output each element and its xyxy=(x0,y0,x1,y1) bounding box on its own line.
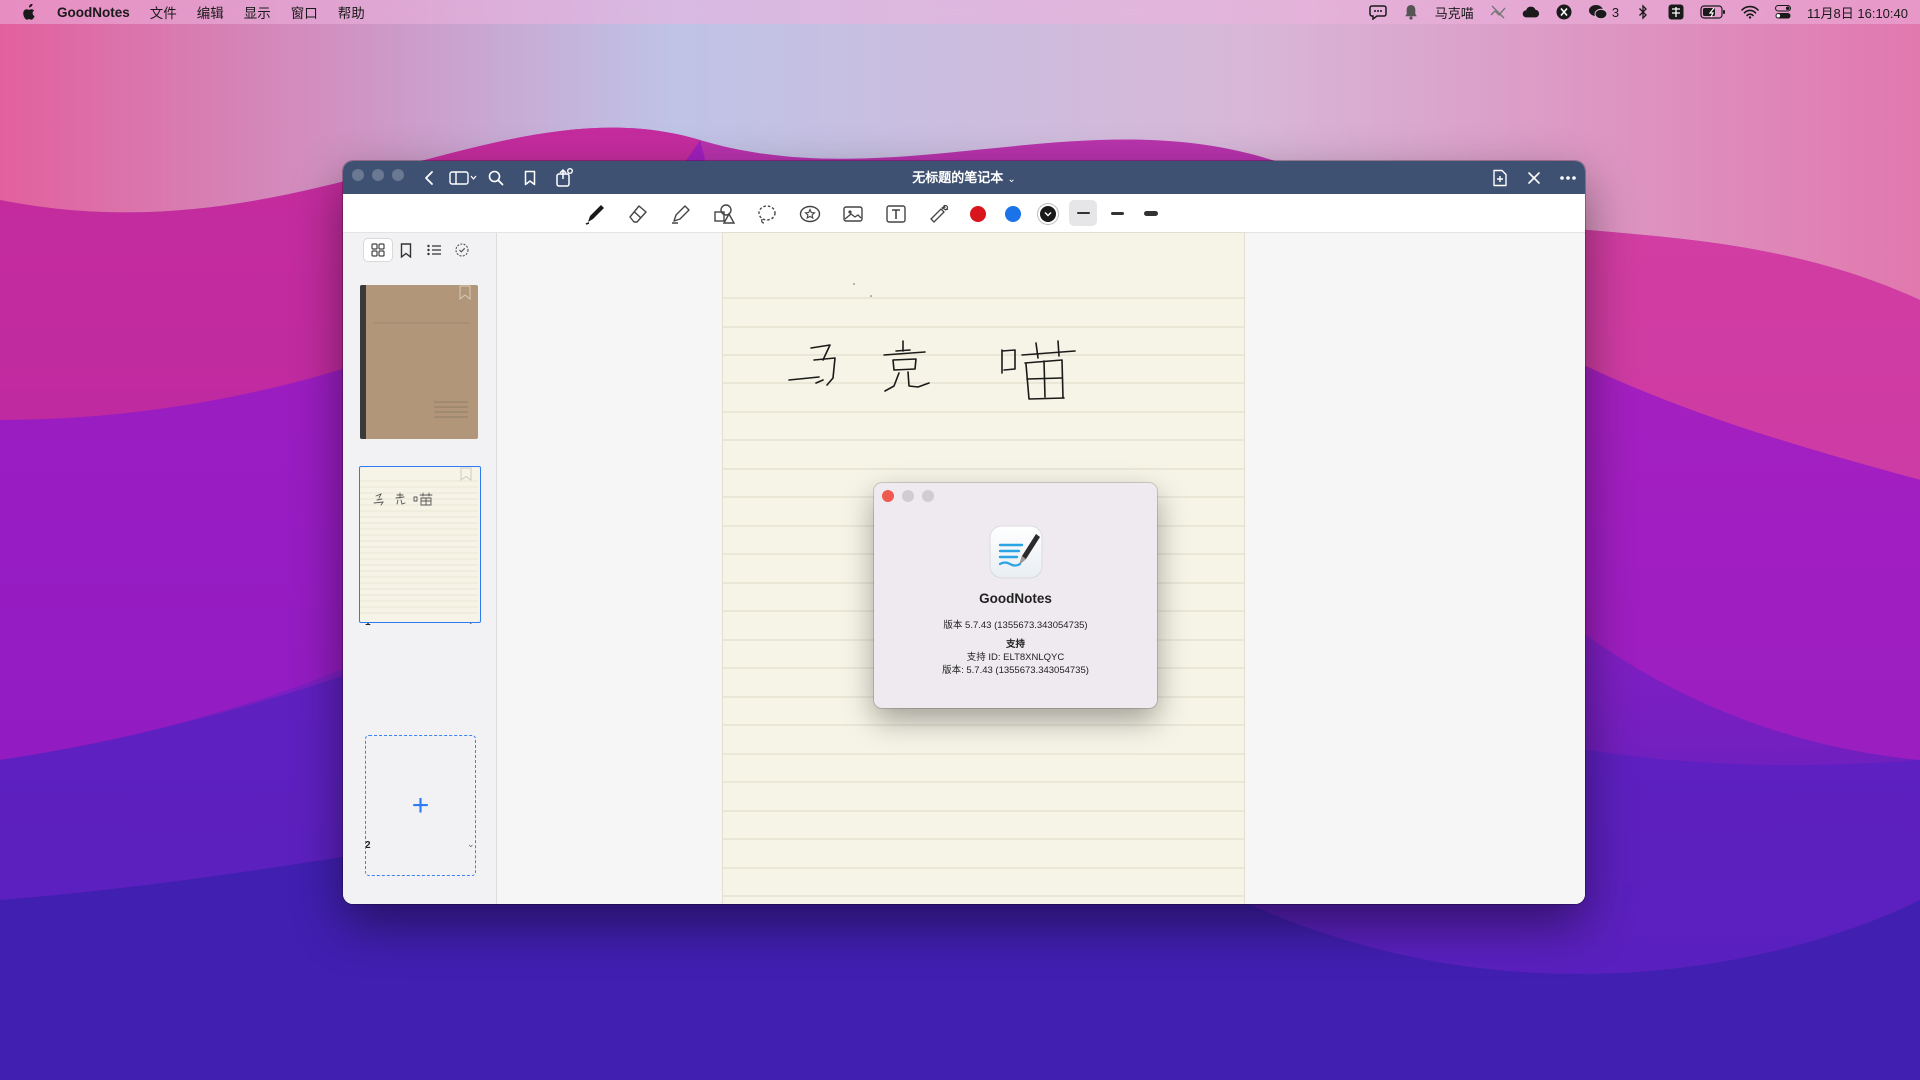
image-tool[interactable] xyxy=(840,201,866,227)
menu-app-name[interactable]: GoodNotes xyxy=(57,5,130,20)
more-options-button[interactable] xyxy=(1557,167,1579,189)
clock[interactable]: 11月8日 16:10:40 xyxy=(1807,3,1908,22)
window-titlebar: 无标题的笔记本 ⌄ xyxy=(343,161,1585,194)
about-dialog: GoodNotes 版本 5.7.43 (1355673.343054735) … xyxy=(874,483,1157,708)
about-minimize-button xyxy=(902,490,914,502)
back-button[interactable] xyxy=(418,167,440,189)
shapes-icon xyxy=(714,204,736,224)
menu-view[interactable]: 显示 xyxy=(244,2,271,22)
highlighter-tool[interactable] xyxy=(668,201,694,227)
add-page-button[interactable]: + xyxy=(365,735,476,876)
input-method-icon[interactable] xyxy=(1667,4,1685,20)
shape-tool[interactable] xyxy=(711,201,737,227)
text-box-icon xyxy=(886,205,906,223)
thumbnails-view-button[interactable] xyxy=(364,239,392,261)
about-support-version: 版本: 5.7.43 (1355673.343054735) xyxy=(942,665,1089,676)
sidebar-icon xyxy=(449,171,477,185)
page-thumbnail-1[interactable] xyxy=(360,285,478,439)
outline-view-button[interactable] xyxy=(420,239,448,261)
menu-edit[interactable]: 编辑 xyxy=(197,2,224,22)
battery-icon[interactable] xyxy=(1700,4,1726,20)
image-icon xyxy=(843,206,863,222)
sidebar-toggle-button[interactable] xyxy=(449,167,477,189)
bookmark-button[interactable] xyxy=(519,167,541,189)
favorites-view-button[interactable] xyxy=(448,239,476,261)
pen-icon xyxy=(585,205,604,225)
eraser-icon xyxy=(629,205,647,223)
goodnotes-app-icon xyxy=(989,525,1043,579)
menu-bar: GoodNotes 文件 编辑 显示 窗口 帮助 马克喵 3 11月8日 16:… xyxy=(0,0,1920,24)
plus-icon: + xyxy=(411,788,430,822)
lasso-icon xyxy=(758,205,776,224)
chevron-left-icon xyxy=(425,171,433,185)
drawing-toolbar xyxy=(343,194,1585,233)
about-traffic-lights xyxy=(882,490,934,502)
more-icon xyxy=(1560,176,1576,180)
about-version: 版本 5.7.43 (1355673.343054735) xyxy=(943,620,1088,631)
highlighter-icon xyxy=(672,205,690,224)
color-red-swatch[interactable] xyxy=(970,206,986,222)
menu-help[interactable]: 帮助 xyxy=(338,2,365,22)
search-button[interactable] xyxy=(485,167,507,189)
list-icon xyxy=(426,244,441,256)
cloud-icon[interactable] xyxy=(1522,4,1540,20)
menu-window[interactable]: 窗口 xyxy=(291,2,318,22)
thickness-thick[interactable] xyxy=(1137,200,1165,226)
star-badge-icon xyxy=(455,243,469,257)
color-black-swatch[interactable] xyxy=(1040,206,1056,222)
about-app-name: GoodNotes xyxy=(979,591,1052,606)
thickness-medium[interactable] xyxy=(1103,200,1131,226)
bookmark-icon xyxy=(524,170,536,186)
status-area: 马克喵 3 11月8日 16:10:40 xyxy=(1369,0,1908,24)
laser-pointer-tool[interactable] xyxy=(926,201,952,227)
bluetooth-icon[interactable] xyxy=(1634,4,1652,20)
close-document-button[interactable] xyxy=(1523,167,1545,189)
about-support-id: 支持 ID: ELT8XNLQYC xyxy=(966,652,1065,663)
lasso-tool[interactable] xyxy=(754,201,780,227)
eraser-tool[interactable] xyxy=(625,201,651,227)
page-sidebar: 1 ⌄ xyxy=(343,233,497,904)
x-icon[interactable] xyxy=(1555,4,1573,20)
color-blue-swatch[interactable] xyxy=(1005,206,1021,222)
bookmarks-view-button[interactable] xyxy=(392,239,420,261)
about-close-button[interactable] xyxy=(882,490,894,502)
grid-icon xyxy=(371,243,385,257)
elements-tool[interactable] xyxy=(797,201,823,227)
sidebar-view-segmented-control xyxy=(364,239,476,263)
laser-pointer-icon xyxy=(930,204,949,223)
menu-file[interactable]: 文件 xyxy=(150,2,177,22)
title-chevron-icon: ⌄ xyxy=(1007,174,1016,185)
bell-icon[interactable] xyxy=(1402,4,1420,20)
wechat-badge-count: 3 xyxy=(1611,4,1620,20)
document-title-text: 无标题的笔记本 xyxy=(912,170,1004,185)
bookmark-icon xyxy=(400,242,412,258)
thickness-thin[interactable] xyxy=(1069,200,1097,226)
wechat-icon[interactable]: 3 xyxy=(1588,4,1619,20)
user-name[interactable]: 马克喵 xyxy=(1435,3,1474,22)
pen-tool[interactable] xyxy=(582,201,608,227)
close-icon xyxy=(1528,172,1540,184)
about-zoom-button xyxy=(922,490,934,502)
chat-bubble-icon[interactable] xyxy=(1369,4,1387,20)
about-support-header: 支持 xyxy=(1005,639,1025,650)
page-thumbnail-2[interactable] xyxy=(359,466,481,623)
wifi-icon[interactable] xyxy=(1741,4,1759,20)
control-center-icon[interactable] xyxy=(1774,4,1792,20)
search-icon xyxy=(488,170,504,186)
share-button[interactable] xyxy=(553,167,575,189)
add-page-top-button[interactable] xyxy=(1489,167,1511,189)
mute-icon[interactable] xyxy=(1489,4,1507,20)
sticker-icon xyxy=(799,205,821,223)
share-icon xyxy=(556,168,573,187)
apple-icon[interactable] xyxy=(20,3,37,21)
new-page-icon xyxy=(1493,169,1507,187)
text-tool[interactable] xyxy=(883,201,909,227)
